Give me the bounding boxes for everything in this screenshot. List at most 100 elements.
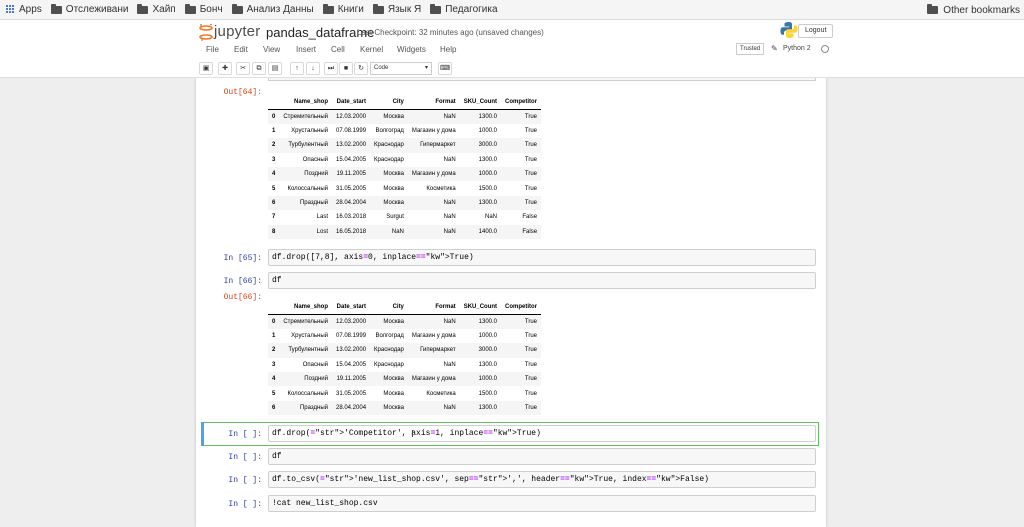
table-cell: Москва [383, 404, 404, 411]
move-down-icon[interactable]: ↓ [306, 62, 320, 75]
table-cell: 1300.0 [478, 318, 498, 325]
code-cell-input[interactable]: df [268, 448, 816, 465]
bookmark-folder[interactable]: Отслеживани [50, 3, 128, 15]
other-bookmarks[interactable]: Other bookmarks [927, 0, 1020, 20]
table-cell: 19.11.2005 [336, 376, 367, 383]
row-index: 2 [272, 142, 276, 149]
table-cell: Магазин у дома [411, 171, 456, 178]
stop-icon[interactable]: ■ [339, 62, 353, 75]
cell-type-select[interactable]: Code ▾ [370, 62, 432, 75]
table-cell: Стремительный [283, 113, 328, 120]
bookmark-folder[interactable]: Бонч [184, 3, 223, 15]
table-cell: False [522, 214, 538, 221]
table-cell: 1500.0 [478, 390, 498, 397]
table-row: 0 Стремительный 12.03.2000 Москва NaN 1300.0 T… [268, 314, 542, 329]
bookmark-label: Бонч [199, 4, 223, 15]
table-row: 3 Опасный 15.04.2005 Краснодар NaN 1300.0 True [268, 153, 541, 167]
menu-view[interactable]: View [263, 45, 280, 54]
logout-button[interactable]: Logout [798, 24, 834, 38]
trusted-badge[interactable]: Trusted [736, 43, 765, 55]
table-row: 2 Турбулентный 13.02.2000 Краснодар Гипермар… [268, 343, 542, 358]
menu-widgets[interactable]: Widgets [397, 45, 426, 54]
bookmark-label: Педагогика [445, 4, 498, 15]
table-cell: Праздный [299, 404, 328, 411]
menu-kernel[interactable]: Kernel [360, 45, 383, 54]
table-row: 5 Колоссальный 31.05.2005 Москва Косметика 15… [268, 386, 541, 400]
table-cell: Опасный [302, 156, 328, 163]
table-cell: Москва [383, 185, 404, 192]
restart-icon[interactable]: ↻ [354, 62, 368, 75]
table-cell: 15.04.2005 [336, 361, 367, 368]
run-icon[interactable]: ⏭ [324, 62, 338, 75]
bookmark-folder[interactable]: Хайп [137, 3, 176, 15]
save-icon[interactable]: ▣ [199, 62, 213, 75]
table-cell: Волгоград [375, 332, 404, 339]
table-cell: NaN [443, 228, 456, 235]
table-cell: 1300.0 [478, 361, 498, 368]
table-row: 0 Стремительный 12.03.2000 Москва NaN 1300.0 T… [268, 109, 542, 124]
menu-help[interactable]: Help [440, 45, 456, 54]
table-row: 8 Lost 16.05.2018 NaN NaN 1400.0 False [268, 224, 542, 239]
cut-icon[interactable]: ✂ [236, 62, 250, 75]
jupyter-logo-text: jupyter [214, 23, 261, 40]
table-cell: Поздний [304, 171, 328, 178]
menu-cell[interactable]: Cell [331, 45, 345, 54]
code-cell-input[interactable]: !cat new_list_shop.csv [268, 495, 816, 512]
code-cell-input[interactable]: df.to_csv(="str">'new_list_shop.csv', se… [268, 471, 816, 488]
input-prompt: In [ ]: [228, 500, 262, 509]
menu-insert[interactable]: Insert [296, 45, 316, 54]
menu-file[interactable]: File [206, 45, 219, 54]
table-cell: 1300.0 [478, 199, 498, 206]
table-cell: True [524, 171, 538, 178]
previous-cell-input[interactable] [268, 78, 816, 81]
table-cell: True [524, 199, 538, 206]
bookmark-folder[interactable]: Педагогика [430, 3, 498, 15]
row-index: 0 [272, 113, 276, 120]
table-cell: Магазин у дома [411, 127, 456, 134]
bookmark-folder[interactable]: Книги [322, 3, 364, 15]
menu-edit[interactable]: Edit [234, 45, 248, 54]
table-cell: Гипермаркет [420, 347, 456, 354]
bookmark-label: Книги [337, 4, 364, 15]
column-header: Competitor [501, 300, 542, 315]
table-row: 4 Поздний 19.11.2005 Москва Магазин у дома 10… [268, 166, 542, 182]
row-index: 1 [272, 127, 276, 134]
row-index: 8 [272, 228, 276, 235]
code-cell-input[interactable]: df [268, 272, 816, 289]
bookmark-folder[interactable]: Язык Я [372, 3, 421, 15]
code-cell-input[interactable]: df.drop([7,8], axis=0, inplace=="kw">Tru… [268, 249, 816, 266]
folder-icon [184, 3, 196, 14]
table-cell: NaN [443, 199, 456, 206]
table-cell: 1000.0 [478, 376, 498, 383]
code-cell-input-active[interactable]: df.drop(="str">'Competitor', axis=1, inp… [268, 425, 816, 442]
table-row: 3 Опасный 15.04.2005 Краснодар NaN 1300.0 True [268, 358, 541, 372]
table-cell: NaN [443, 214, 456, 221]
table-cell: Магазин у дома [411, 332, 456, 339]
table-cell: True [524, 332, 538, 339]
paste-icon[interactable]: ▤ [268, 62, 282, 75]
toolbar: ▣ ✚ ✂ ⧉ ▤ ↑ ↓ ⏭ ■ ↻ Code ▾ ⌨ [0, 60, 1024, 78]
folder-icon [430, 3, 442, 14]
table-cell: 1400.0 [478, 228, 498, 235]
table-cell: Стремительный [283, 318, 328, 325]
table-cell: Праздный [299, 199, 328, 206]
copy-icon[interactable]: ⧉ [252, 62, 266, 75]
bookmark-apps[interactable]: Apps [6, 4, 42, 15]
table-cell: NaN [443, 404, 456, 411]
table-cell: Колоссальный [287, 185, 328, 192]
row-index: 6 [272, 404, 276, 411]
table-cell: 1300.0 [478, 156, 498, 163]
row-index: 5 [272, 185, 276, 192]
table-cell: 31.05.2005 [336, 390, 367, 397]
table-cell: Косметика [426, 185, 456, 192]
column-header: Name_shop [279, 300, 332, 315]
table-cell: Москва [383, 113, 404, 120]
table-row: 6 Праздный 28.04.2004 Москва NaN 1300.0 True [268, 400, 542, 416]
pencil-icon[interactable]: ✎ [771, 44, 778, 53]
keyboard-icon[interactable]: ⌨ [438, 62, 452, 75]
chevron-down-icon: ▾ [424, 65, 428, 71]
bookmark-folder[interactable]: Анализ Данны [231, 3, 314, 15]
column-header [268, 300, 280, 315]
move-up-icon[interactable]: ↑ [290, 62, 304, 75]
add-cell-icon[interactable]: ✚ [218, 62, 232, 75]
